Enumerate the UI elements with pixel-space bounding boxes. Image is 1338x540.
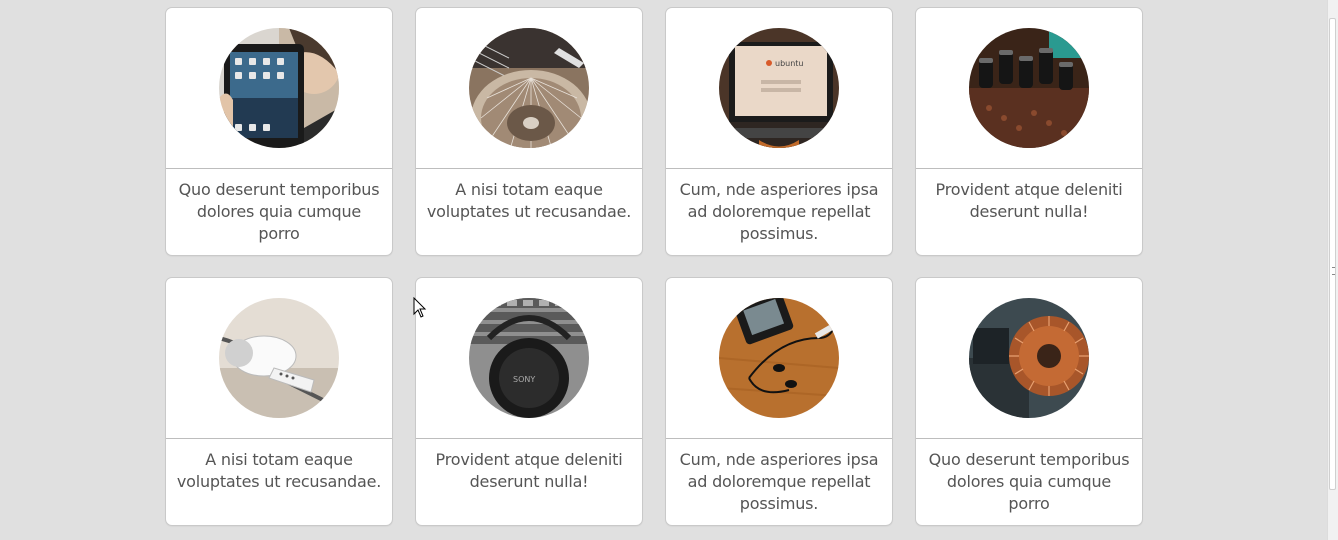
earbuds-photo xyxy=(219,298,339,418)
card-caption: Provident atque deleniti deserunt nulla! xyxy=(935,180,1123,221)
card-image-area xyxy=(916,8,1142,169)
earphones-on-desk-photo xyxy=(719,298,839,418)
vertical-scrollbar[interactable] xyxy=(1327,0,1338,540)
card[interactable]: A nisi totam eaque voluptates ut recusan… xyxy=(415,7,643,256)
card[interactable]: Quo deserunt temporibus dolores quia cum… xyxy=(165,7,393,256)
card-image-area xyxy=(666,278,892,439)
card-image-area xyxy=(166,8,392,169)
card-image-area xyxy=(166,278,392,439)
turntable-photo xyxy=(469,28,589,148)
card-caption: Cum, nde asperiores ipsa ad doloremque r… xyxy=(679,180,879,243)
card-grid: Quo deserunt temporibus dolores quia cum… xyxy=(165,7,1145,526)
card[interactable]: Quo deserunt temporibus dolores quia cum… xyxy=(915,277,1143,526)
tablet-photo xyxy=(219,28,339,148)
copper-coil-photo xyxy=(969,298,1089,418)
headphones-photo: SONY xyxy=(469,298,589,418)
card[interactable]: A nisi totam eaque voluptates ut recusan… xyxy=(165,277,393,526)
card[interactable]: Provident atque deleniti deserunt nulla! xyxy=(915,7,1143,256)
card-caption: Cum, nde asperiores ipsa ad doloremque r… xyxy=(679,450,879,513)
card[interactable]: SONY Provident atque deleniti deserunt n… xyxy=(415,277,643,526)
card-image-area xyxy=(916,278,1142,439)
headphones-brand-text: SONY xyxy=(513,375,535,384)
card-image-area xyxy=(416,8,642,169)
card-image-area: ubuntu xyxy=(666,8,892,169)
card[interactable]: Cum, nde asperiores ipsa ad doloremque r… xyxy=(665,277,893,526)
ubuntu-laptop-photo: ubuntu xyxy=(719,28,839,148)
card-caption: Provident atque deleniti deserunt nulla! xyxy=(435,450,623,491)
card-image-area: SONY xyxy=(416,278,642,439)
card-caption: Quo deserunt temporibus dolores quia cum… xyxy=(178,180,380,243)
card-caption: Quo deserunt temporibus dolores quia cum… xyxy=(928,450,1130,513)
card[interactable]: ubuntu Cum, nde asperiores ipsa ad dolor… xyxy=(665,7,893,256)
scrollbar-thumb[interactable] xyxy=(1329,18,1336,490)
card-caption: A nisi totam eaque voluptates ut recusan… xyxy=(176,450,382,491)
ubuntu-logo-text: ubuntu xyxy=(775,59,804,68)
circuit-board-photo xyxy=(969,28,1089,148)
card-caption: A nisi totam eaque voluptates ut recusan… xyxy=(426,180,632,221)
scrollbar-grip-icon xyxy=(1332,267,1335,275)
